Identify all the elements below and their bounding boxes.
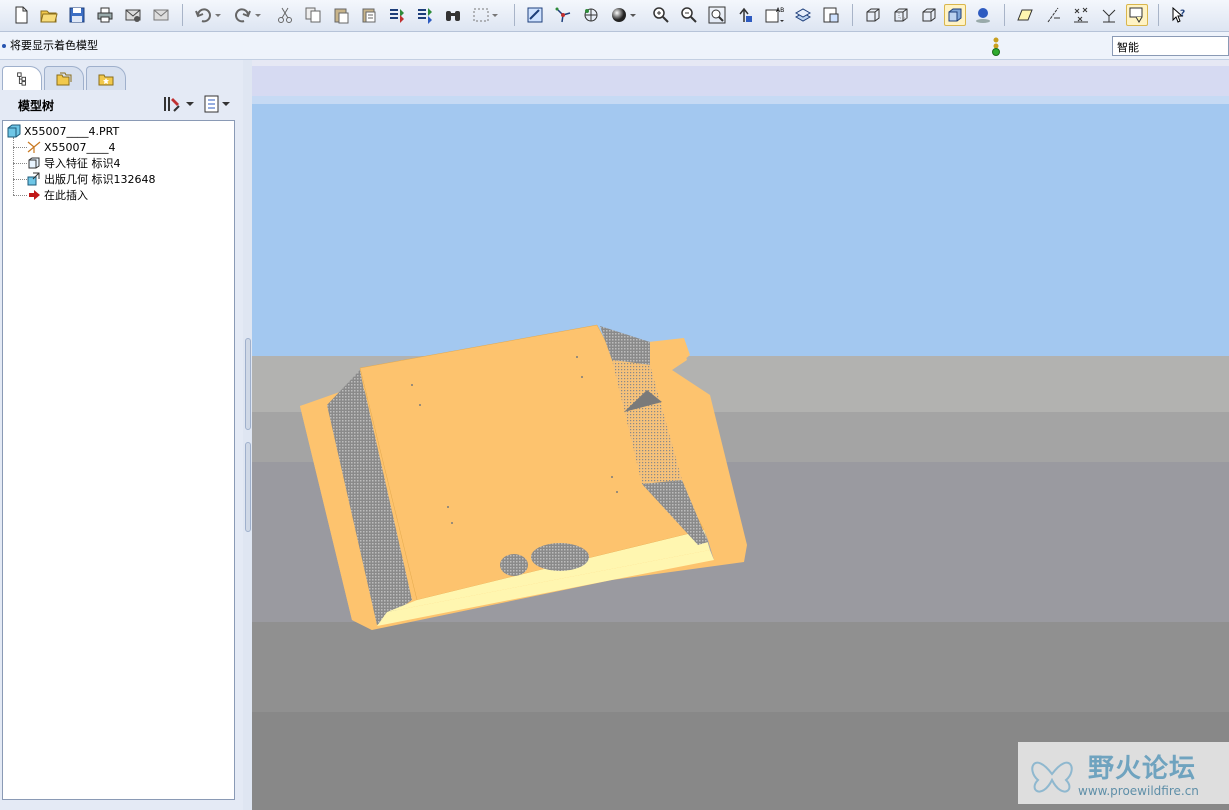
layers-icon[interactable]: [792, 4, 814, 26]
splitter-grip-upper[interactable]: [245, 338, 251, 430]
model-tree-header: 模型树: [0, 90, 243, 118]
tree-item-publish-geometry[interactable]: 出版几何 标识132648: [27, 171, 156, 187]
selection-filter-select[interactable]: 智能: [1112, 36, 1229, 56]
insert-here-icon: [29, 190, 40, 200]
help-arrow-icon[interactable]: ?: [1168, 4, 1190, 26]
favorites-icon: [98, 74, 114, 85]
sphere-icon[interactable]: [608, 4, 640, 26]
orient-mode-icon[interactable]: [580, 4, 602, 26]
graphics-viewport[interactable]: [252, 60, 1229, 810]
reorient-icon[interactable]: [734, 4, 756, 26]
datum-plane-icon[interactable]: [1014, 4, 1036, 26]
main-toolbar: AB ?: [0, 0, 1229, 32]
print-icon[interactable]: [94, 4, 116, 26]
tools-icon: [164, 97, 180, 112]
regenerate-icon[interactable]: [386, 4, 408, 26]
saved-views-icon[interactable]: AB: [762, 4, 788, 26]
cut-icon[interactable]: [274, 4, 296, 26]
navigator-tabs: [0, 64, 243, 90]
status-light-icon: [992, 37, 1000, 56]
butterfly-logo-icon: [1031, 761, 1073, 793]
select-box-icon[interactable]: [470, 4, 502, 26]
import-feature-icon: [28, 157, 40, 169]
viewport-sky: [252, 104, 1229, 356]
mail-attach-icon[interactable]: [150, 4, 172, 26]
chevron-down-icon: [186, 102, 194, 106]
tree-item-import-feature[interactable]: 导入特征 标识4: [27, 155, 121, 171]
model-tree-tab[interactable]: [2, 66, 42, 90]
redo-icon[interactable]: [232, 4, 264, 26]
model-tree: X55007____4.PRT X55007____4 导入特征 标识4 出版几…: [2, 120, 235, 800]
refit-icon[interactable]: [706, 4, 728, 26]
csys-tree-icon: [27, 141, 41, 153]
redraw-icon[interactable]: [524, 4, 546, 26]
message-bar: 将要显示着色模型: [0, 32, 1229, 60]
model-graphics[interactable]: [252, 60, 1229, 810]
tree-item-insert-here[interactable]: 在此插入: [27, 187, 88, 203]
paste-icon[interactable]: [330, 4, 352, 26]
folder-browser-tab[interactable]: [44, 66, 84, 90]
tree-item-csys[interactable]: X55007____4: [27, 139, 116, 155]
part-icon: [7, 124, 21, 138]
svg-text:?: ?: [1180, 9, 1185, 19]
copy-icon[interactable]: [302, 4, 324, 26]
model-tree-icon: [17, 71, 26, 86]
forum-watermark: 野火论坛 www.proewildfire.cn: [1018, 742, 1229, 804]
undo-icon[interactable]: [192, 4, 224, 26]
splitter-grip-lower[interactable]: [245, 442, 251, 532]
tree-item-part[interactable]: X55007____4.PRT: [7, 123, 119, 139]
list-icon: [204, 95, 219, 113]
mail-icon[interactable]: [122, 4, 144, 26]
zoom-out-icon[interactable]: [678, 4, 700, 26]
folder-browser-icon: [56, 72, 72, 85]
zoom-in-icon[interactable]: [650, 4, 672, 26]
spin-center-icon[interactable]: [552, 4, 574, 26]
shading-icon[interactable]: [944, 4, 966, 26]
panel-splitter[interactable]: [243, 60, 252, 810]
save-icon[interactable]: [66, 4, 88, 26]
hidden-line-icon[interactable]: [890, 4, 912, 26]
svg-text:AB: AB: [776, 7, 784, 14]
realism-icon[interactable]: [972, 4, 994, 26]
view-manager-icon[interactable]: [820, 4, 842, 26]
tree-settings-button[interactable]: [162, 94, 196, 114]
open-folder-icon[interactable]: [38, 4, 60, 26]
model-tree-title: 模型树: [18, 99, 55, 113]
message-text: 将要显示着色模型: [2, 37, 98, 53]
wireframe-icon[interactable]: [862, 4, 884, 26]
regen-manager-icon[interactable]: [414, 4, 436, 26]
publish-geom-icon: [27, 172, 40, 186]
annotation-icon[interactable]: [1126, 4, 1148, 26]
watermark-title: 野火论坛: [1088, 754, 1197, 784]
watermark-url: www.proewildfire.cn: [1078, 784, 1199, 798]
paste-special-icon[interactable]: [358, 4, 380, 26]
new-file-icon[interactable]: [10, 4, 32, 26]
csys-icon[interactable]: [1098, 4, 1120, 26]
chevron-down-icon: [222, 102, 230, 106]
binoculars-icon[interactable]: [442, 4, 464, 26]
tree-show-button[interactable]: [202, 94, 236, 114]
datum-axis-icon[interactable]: [1042, 4, 1064, 26]
datum-point-icon[interactable]: [1070, 4, 1092, 26]
navigator-panel: 模型树 X55007____4.PRT X55007____4 导入特征 标识4: [0, 60, 243, 810]
favorites-tab[interactable]: [86, 66, 126, 90]
no-hidden-icon[interactable]: [918, 4, 940, 26]
